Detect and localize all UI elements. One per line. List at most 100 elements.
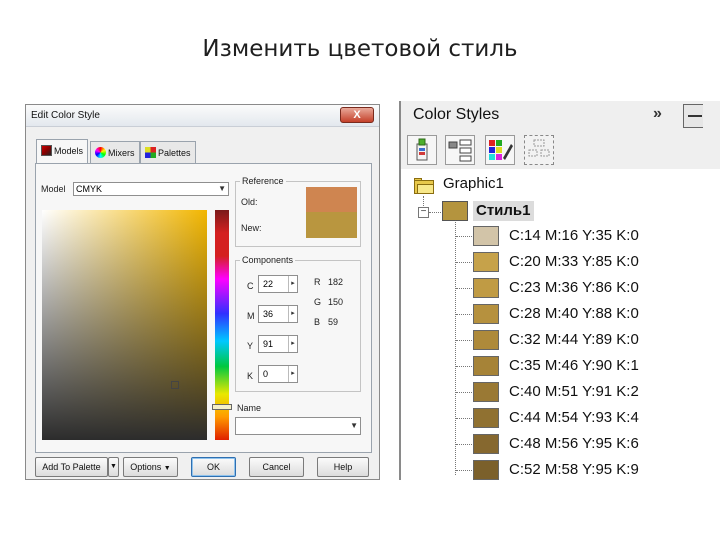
y-stepper[interactable]: 91 ▸ xyxy=(258,335,298,353)
close-button[interactable]: X xyxy=(340,107,374,123)
shade-color-swatch[interactable] xyxy=(473,278,499,298)
new-child-icon xyxy=(448,139,472,162)
palettes-icon xyxy=(145,147,156,158)
options-label: Options xyxy=(130,462,162,472)
shade-label[interactable]: C:28 M:40 Y:88 K:0 xyxy=(509,304,639,324)
shade-label[interactable]: C:35 M:46 Y:90 K:1 xyxy=(509,356,639,376)
chevron-down-icon: ▼ xyxy=(163,465,171,472)
dialog-title: Edit Color Style xyxy=(31,110,100,121)
c-stepper[interactable]: 22 ▸ xyxy=(258,275,298,293)
model-select[interactable]: CMYK ▼ xyxy=(73,182,229,196)
arrange-button[interactable] xyxy=(524,135,554,165)
spin-arrows-icon[interactable]: ▸ xyxy=(288,366,297,382)
minimize-icon xyxy=(688,115,702,117)
tree-connector xyxy=(456,340,472,341)
tab-models-label: Models xyxy=(54,146,84,156)
shade-label[interactable]: C:20 M:33 Y:85 K:0 xyxy=(509,252,639,272)
cancel-button[interactable]: Cancel xyxy=(249,457,304,477)
edit-color-style-dialog: Edit Color Style X Models Mixers Palette… xyxy=(25,104,380,480)
collapse-chevrons-icon[interactable]: » xyxy=(653,105,662,123)
shade-label[interactable]: C:40 M:51 Y:91 K:2 xyxy=(509,382,639,402)
options-button[interactable]: Options ▼ xyxy=(123,457,178,477)
g-value: 150 xyxy=(328,297,344,307)
shade-label[interactable]: C:52 M:58 Y:95 K:9 xyxy=(509,460,639,480)
spin-arrows-icon[interactable]: ▸ xyxy=(288,336,297,352)
tree-connector xyxy=(456,418,472,419)
shade-label[interactable]: C:48 M:56 Y:95 K:6 xyxy=(509,434,639,454)
folder-icon xyxy=(414,178,434,194)
tree-connector xyxy=(456,236,472,237)
new-child-button[interactable] xyxy=(445,135,475,165)
spin-arrows-icon[interactable]: ▸ xyxy=(288,306,297,322)
k-value: 0 xyxy=(263,369,269,379)
old-label: Old: xyxy=(241,197,258,207)
m-label: M xyxy=(247,311,255,321)
shade-label[interactable]: C:14 M:16 Y:35 K:0 xyxy=(509,226,639,246)
components-title: Components xyxy=(240,255,296,265)
color-saturation-area[interactable] xyxy=(42,210,207,440)
shade-label[interactable]: C:32 M:44 Y:89 K:0 xyxy=(509,330,639,350)
tree-connector xyxy=(456,366,472,367)
style-color-swatch[interactable] xyxy=(442,201,468,221)
chevron-down-icon: ▼ xyxy=(350,421,358,430)
collapse-icon[interactable]: − xyxy=(418,207,429,218)
spin-arrows-icon[interactable]: ▸ xyxy=(288,276,297,292)
hue-slider-handle[interactable] xyxy=(212,404,232,410)
b-value: 59 xyxy=(328,317,339,327)
ok-button[interactable]: OK xyxy=(191,457,236,477)
tree-connector xyxy=(456,288,472,289)
models-icon xyxy=(41,145,52,156)
old-color-swatch xyxy=(306,187,357,212)
b-label: B xyxy=(314,317,321,327)
shade-color-swatch[interactable] xyxy=(473,382,499,402)
dialog-titlebar[interactable]: Edit Color Style X xyxy=(26,105,379,127)
convert-palette-icon xyxy=(489,140,513,160)
shade-color-swatch[interactable] xyxy=(473,226,499,246)
model-select-value: CMYK xyxy=(76,184,103,194)
docker-side-button[interactable] xyxy=(683,104,703,128)
shade-color-swatch[interactable] xyxy=(473,356,499,376)
shade-color-swatch[interactable] xyxy=(473,330,499,350)
chevron-down-icon: ▼ xyxy=(218,184,226,193)
shade-color-swatch[interactable] xyxy=(473,460,499,480)
tree-connector xyxy=(456,470,472,471)
c-label: C xyxy=(247,281,254,291)
k-stepper[interactable]: 0 ▸ xyxy=(258,365,298,383)
model-label: Model xyxy=(41,184,66,194)
new-style-icon xyxy=(416,138,428,161)
tree-connector xyxy=(456,392,472,393)
tab-models[interactable]: Models xyxy=(36,139,89,164)
name-select[interactable]: ▼ xyxy=(235,417,361,435)
shade-label[interactable]: C:23 M:36 Y:86 K:0 xyxy=(509,278,639,298)
shade-color-swatch[interactable] xyxy=(473,408,499,428)
tree-connector xyxy=(455,222,456,475)
style-label[interactable]: Стиль1 xyxy=(473,201,534,221)
new-style-button[interactable] xyxy=(407,135,437,165)
m-stepper[interactable]: 36 ▸ xyxy=(258,305,298,323)
reference-title: Reference xyxy=(240,176,286,186)
shade-color-swatch[interactable] xyxy=(473,252,499,272)
convert-palette-button[interactable] xyxy=(485,135,515,165)
tree-connector xyxy=(429,212,441,213)
new-label: New: xyxy=(241,223,262,233)
tab-mixers-label: Mixers xyxy=(108,148,135,158)
help-button[interactable]: Help xyxy=(317,457,369,477)
tab-mixers[interactable]: Mixers xyxy=(90,141,140,163)
y-label: Y xyxy=(247,341,254,351)
slide-title: Изменить цветовой стиль xyxy=(202,36,518,62)
arrange-icon xyxy=(528,139,550,157)
shade-color-swatch[interactable] xyxy=(473,434,499,454)
tree-root-label[interactable]: Graphic1 xyxy=(443,175,504,192)
shade-label[interactable]: C:44 M:54 Y:93 K:4 xyxy=(509,408,639,428)
c-value: 22 xyxy=(263,279,274,289)
tab-palettes-label: Palettes xyxy=(158,148,191,158)
color-picker-marker[interactable] xyxy=(171,381,179,389)
docker-header: Color Styles » xyxy=(401,101,720,129)
add-to-palette-dropdown-button[interactable]: ▼ xyxy=(108,457,119,477)
add-to-palette-button[interactable]: Add To Palette xyxy=(35,457,108,477)
new-color-swatch xyxy=(306,212,357,238)
shade-color-swatch[interactable] xyxy=(473,304,499,324)
g-label: G xyxy=(314,297,322,307)
r-label: R xyxy=(314,277,321,287)
tab-palettes[interactable]: Palettes xyxy=(140,141,196,163)
